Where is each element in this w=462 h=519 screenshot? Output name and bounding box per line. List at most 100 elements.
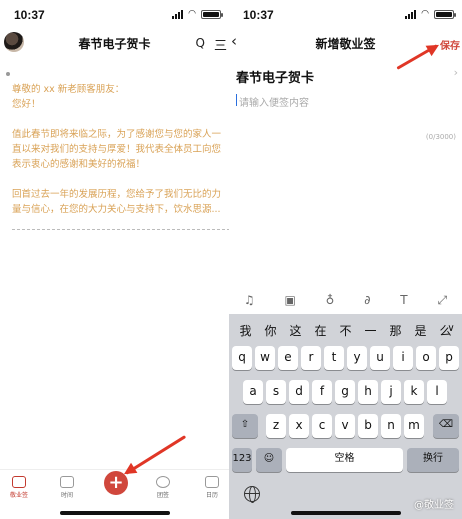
- key[interactable]: e: [278, 346, 298, 370]
- clock-icon: [60, 476, 74, 488]
- note-line: 回首过去一年的发展历程，您给予了我们无比的力: [12, 189, 222, 200]
- note-list-screen: 10:37 ◠ 春节电子贺卡 Q 三 尊敬的 xx 新老顾客朋友： 您好！ 值此…: [0, 0, 229, 519]
- candidate[interactable]: 这: [283, 322, 308, 339]
- tab-label: 团签: [156, 492, 169, 499]
- status-time: 10:37: [243, 8, 274, 22]
- note-title-field[interactable]: 春节电子贺卡: [236, 67, 314, 86]
- tab-label: 敬业签: [9, 492, 28, 499]
- note-line: 直以来对我们的支持与厚爱！我代表全体员工向您: [12, 144, 222, 155]
- top-nav: 春节电子贺卡 Q 三: [0, 30, 229, 56]
- emoji-key[interactable]: ☺: [256, 448, 282, 472]
- key[interactable]: j: [381, 380, 401, 404]
- divider: [12, 229, 229, 230]
- key[interactable]: p: [439, 346, 459, 370]
- note-content-input[interactable]: 请输入便签内容: [239, 94, 309, 109]
- expand-icon[interactable]: ⤢: [437, 293, 447, 308]
- note-line: 您好！: [12, 99, 41, 110]
- home-indicator: [290, 511, 401, 515]
- key[interactable]: n: [381, 414, 401, 438]
- microphone-icon[interactable]: ♁: [326, 293, 335, 307]
- key[interactable]: l: [427, 380, 447, 404]
- bell-icon[interactable]: ♫: [244, 293, 255, 307]
- tab-calendar[interactable]: 日历: [197, 476, 227, 499]
- text-cursor: [236, 94, 237, 106]
- key[interactable]: g: [335, 380, 355, 404]
- note-line: 量与信心，在您的大力关心与支持下，饮水思源...: [12, 204, 221, 215]
- paperclip-icon[interactable]: ∂: [364, 293, 370, 307]
- new-note-screen: 10:37 ◠ ‹ 新增敬业签 保存 春节电子贺卡 › 请输入便签内容 (0/3…: [229, 0, 462, 519]
- note-line: 表示衷心的感谢和美好的祝福！: [12, 159, 146, 170]
- key[interactable]: w: [255, 346, 275, 370]
- key[interactable]: b: [358, 414, 378, 438]
- key-row-3: ⇧ z x c v b n m ⌫: [229, 414, 462, 438]
- note-preview[interactable]: 尊敬的 xx 新老顾客朋友： 您好！ 值此春节即将来临之际，为了感谢您与您的家人…: [12, 82, 229, 217]
- cellular-signal-icon: [172, 9, 184, 19]
- candidate[interactable]: 那: [383, 322, 408, 339]
- image-icon[interactable]: ▣: [284, 293, 295, 307]
- key[interactable]: c: [312, 414, 332, 438]
- status-bar: 10:37 ◠: [229, 0, 462, 26]
- candidate[interactable]: 不: [333, 322, 358, 339]
- key[interactable]: d: [289, 380, 309, 404]
- tab-time[interactable]: 时间: [52, 476, 82, 499]
- battery-icon: [201, 9, 223, 19]
- space-key[interactable]: 空格: [286, 448, 403, 472]
- key[interactable]: m: [404, 414, 424, 438]
- status-bar: 10:37 ◠: [0, 0, 229, 26]
- candidate-bar: 我 你 这 在 不 一 那 是 么 ∨: [229, 314, 462, 346]
- backspace-key[interactable]: ⌫: [433, 414, 459, 438]
- cellular-signal-icon: [405, 9, 417, 19]
- search-icon[interactable]: Q: [196, 36, 205, 50]
- key[interactable]: f: [312, 380, 332, 404]
- wifi-icon: ◠: [421, 9, 429, 19]
- chevron-right-icon[interactable]: ›: [454, 66, 458, 79]
- shift-key[interactable]: ⇧: [232, 414, 258, 438]
- save-button[interactable]: 保存: [440, 37, 460, 52]
- key[interactable]: x: [289, 414, 309, 438]
- numbers-key[interactable]: 123: [232, 448, 252, 472]
- key[interactable]: y: [347, 346, 367, 370]
- key-row-4: 123 ☺ 空格 换行: [229, 448, 462, 472]
- watermark: @敬业签: [414, 500, 454, 511]
- text-format-icon[interactable]: T: [400, 293, 407, 307]
- key[interactable]: t: [324, 346, 344, 370]
- chevron-down-icon[interactable]: ∨: [444, 323, 458, 334]
- tab-label: 时间: [60, 492, 73, 499]
- notes-icon: [12, 476, 26, 488]
- key[interactable]: u: [370, 346, 390, 370]
- key[interactable]: z: [266, 414, 286, 438]
- key[interactable]: s: [266, 380, 286, 404]
- calendar-icon: [205, 476, 219, 488]
- tab-notes[interactable]: 敬业签: [4, 476, 34, 499]
- wifi-icon: ◠: [188, 9, 196, 19]
- status-time: 10:37: [14, 8, 45, 22]
- home-indicator: [59, 511, 170, 515]
- team-icon: [156, 476, 170, 488]
- key[interactable]: o: [416, 346, 436, 370]
- candidate[interactable]: 是: [408, 322, 433, 339]
- candidate[interactable]: 一: [358, 322, 383, 339]
- key[interactable]: v: [335, 414, 355, 438]
- key[interactable]: a: [243, 380, 263, 404]
- note-line: 值此春节即将来临之际，为了感谢您与您的家人一: [12, 129, 222, 140]
- key[interactable]: h: [358, 380, 378, 404]
- candidate[interactable]: 你: [258, 322, 283, 339]
- char-counter: (0/3000): [425, 133, 456, 141]
- candidate[interactable]: 在: [308, 322, 333, 339]
- editor-toolbar: ♫ ▣ ♁ ∂ T ⤢: [229, 288, 462, 312]
- tab-team[interactable]: 团签: [148, 476, 178, 499]
- keyboard: 我 你 这 在 不 一 那 是 么 ∨ q w e r t y u i o p …: [229, 314, 462, 519]
- key-row-2: a s d f g h j k l: [229, 380, 462, 404]
- note-line: 尊敬的 xx 新老顾客朋友：: [12, 84, 125, 95]
- key[interactable]: q: [232, 346, 252, 370]
- menu-icon[interactable]: 三: [214, 35, 227, 54]
- key-row-1: q w e r t y u i o p: [229, 346, 462, 370]
- globe-icon[interactable]: [244, 486, 260, 503]
- key[interactable]: k: [404, 380, 424, 404]
- note-bullet: [6, 72, 10, 76]
- return-key[interactable]: 换行: [407, 448, 459, 472]
- key[interactable]: r: [301, 346, 321, 370]
- key[interactable]: i: [393, 346, 413, 370]
- candidate[interactable]: 我: [233, 322, 258, 339]
- tab-label: 日历: [205, 492, 218, 499]
